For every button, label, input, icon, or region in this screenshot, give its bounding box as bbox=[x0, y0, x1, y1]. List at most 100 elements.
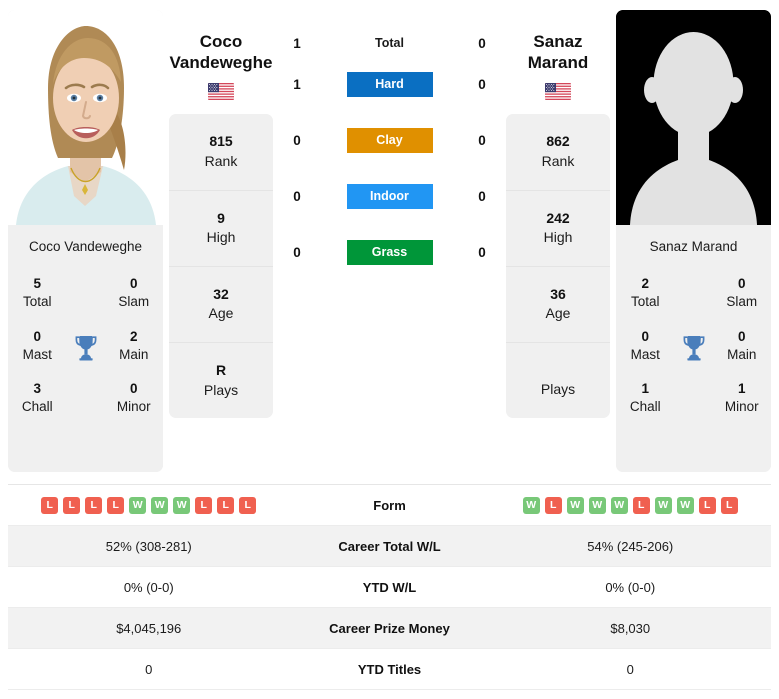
right-player-name-line2: Marand bbox=[527, 52, 589, 72]
right-title-total-label: Total bbox=[630, 294, 660, 310]
surface-badge-indoor[interactable]: Indoor bbox=[346, 183, 433, 209]
form-badge-win: W bbox=[129, 496, 147, 514]
form-badge-win: W bbox=[173, 496, 191, 514]
h2h-total-label-wrap: Total bbox=[311, 36, 468, 50]
row-label-ytd-wl: YTD W/L bbox=[362, 579, 417, 595]
right-player-titles-grid: 2 Total 0 Slam 0 Mast 0 Main 1 Chall 1 M… bbox=[620, 269, 767, 426]
left-title-minor-label: Minor bbox=[116, 399, 151, 415]
right-player-flag-row bbox=[506, 73, 610, 114]
trophy-icon bbox=[75, 336, 96, 361]
left-stat-age: 32 Age bbox=[169, 267, 273, 344]
left-stat-rank-label: Rank bbox=[204, 153, 238, 170]
left-stat-high: 9 High bbox=[169, 191, 273, 267]
surface-badge-grass[interactable]: Grass bbox=[346, 239, 433, 265]
right-title-main-label: Main bbox=[727, 346, 757, 362]
right-title-total-value: 2 bbox=[641, 276, 649, 292]
form-badge-loss: L bbox=[85, 496, 103, 514]
left-ytd-titles: 0 bbox=[145, 661, 153, 677]
left-player-name-line2: Vandeweghe bbox=[169, 52, 273, 72]
right-player-info-column: Sanaz Marand 862 Rank 242 High 36 Age Pl… bbox=[500, 10, 616, 418]
left-stat-high-value: 9 bbox=[217, 209, 225, 226]
form-badge-loss: L bbox=[544, 496, 562, 514]
left-player-info-column: Coco Vandeweghe 815 Rank 9 High 32 Age R… bbox=[163, 10, 279, 419]
right-title-chall-value: 1 bbox=[641, 381, 649, 397]
table-row-ytd-wl: 0% (0-0) YTD W/L 0% (0-0) bbox=[8, 567, 771, 608]
right-title-slam: 0 Slam bbox=[717, 269, 768, 321]
form-badge-loss: L bbox=[41, 496, 59, 514]
us-flag-icon bbox=[545, 83, 571, 101]
h2h-row-hard: 1 Hard 0 bbox=[283, 56, 496, 112]
comparison-stats-table: LLLLWWWLLL Form WLWWWLWWLL 52% (308-281)… bbox=[8, 484, 771, 690]
left-title-slam: 0 Slam bbox=[109, 269, 160, 321]
right-player-name[interactable]: Sanaz Marand bbox=[506, 10, 610, 73]
h2h-row-grass: 0 Grass 0 bbox=[283, 224, 496, 280]
table-row-career-total-wl: 52% (308-281) Career Total W/L 54% (245-… bbox=[8, 526, 771, 567]
right-title-chall: 1 Chall bbox=[620, 374, 671, 426]
left-title-total: 5 Total bbox=[12, 269, 63, 321]
right-career-prize-money: $8,030 bbox=[610, 620, 651, 636]
h2h-hard-left-score: 1 bbox=[293, 76, 301, 92]
right-title-slam-value: 0 bbox=[737, 276, 746, 292]
right-player-card-name: Sanaz Marand bbox=[649, 239, 738, 254]
left-stat-age-label: Age bbox=[208, 305, 234, 322]
left-player-card[interactable]: Coco Vandeweghe 5 Total 0 Slam 0 Mast 2 … bbox=[8, 10, 163, 472]
h2h-clay-left-score: 0 bbox=[293, 132, 301, 148]
row-label-ytd-titles: YTD Titles bbox=[357, 661, 422, 677]
left-title-chall: 3 Chall bbox=[12, 374, 63, 426]
trophy-icon bbox=[683, 336, 704, 361]
left-stat-rank: 815 Rank bbox=[169, 114, 273, 191]
right-title-mast: 0 Mast bbox=[620, 322, 671, 374]
right-stat-age: 36 Age bbox=[506, 267, 610, 344]
left-player-name[interactable]: Coco Vandeweghe bbox=[169, 10, 273, 73]
left-title-chall-label: Chall bbox=[21, 399, 53, 415]
right-player-name-line1: Sanaz bbox=[533, 32, 583, 51]
right-title-chall-label: Chall bbox=[629, 399, 661, 415]
right-form-cell: WLWWWLWWLL bbox=[490, 496, 772, 514]
h2h-clay-right-score: 0 bbox=[478, 132, 486, 148]
left-player-card-name: Coco Vandeweghe bbox=[28, 239, 143, 254]
right-title-minor-value: 1 bbox=[737, 381, 746, 397]
right-title-minor: 1 Minor bbox=[717, 374, 768, 426]
right-title-minor-label: Minor bbox=[724, 399, 759, 415]
left-career-total-wl: 52% (308-281) bbox=[105, 538, 192, 554]
player-comparison-page: Coco Vandeweghe 5 Total 0 Slam 0 Mast 2 … bbox=[0, 0, 779, 690]
right-stat-high-value: 242 bbox=[546, 209, 570, 226]
h2h-total-right-score: 0 bbox=[478, 35, 486, 51]
surface-badge-hard[interactable]: Hard bbox=[346, 71, 433, 97]
us-flag-icon bbox=[208, 83, 234, 101]
left-player-stat-stack: 815 Rank 9 High 32 Age R Plays bbox=[169, 114, 273, 419]
form-badge-loss: L bbox=[63, 496, 81, 514]
form-badge-win: W bbox=[676, 496, 694, 514]
left-title-minor-value: 0 bbox=[129, 381, 138, 397]
right-title-mast-value: 0 bbox=[641, 328, 649, 344]
left-trophy-icon-cell bbox=[63, 334, 109, 361]
left-player-card-body: Coco Vandeweghe 5 Total 0 Slam 0 Mast 2 … bbox=[8, 225, 163, 472]
right-title-mast-label: Mast bbox=[630, 346, 660, 362]
form-badge-win: W bbox=[610, 496, 628, 514]
table-row-form: LLLLWWWLLL Form WLWWWLWWLL bbox=[8, 485, 771, 526]
left-title-mast: 0 Mast bbox=[12, 322, 63, 374]
left-title-slam-label: Slam bbox=[118, 294, 150, 310]
comparison-section: Coco Vandeweghe 5 Total 0 Slam 0 Mast 2 … bbox=[0, 0, 779, 478]
right-stat-rank: 862 Rank bbox=[506, 114, 610, 191]
left-stat-rank-value: 815 bbox=[209, 133, 233, 150]
left-stat-age-value: 32 bbox=[213, 285, 229, 302]
left-player-photo bbox=[8, 10, 163, 225]
right-player-stat-stack: 862 Rank 242 High 36 Age Plays bbox=[506, 114, 610, 418]
right-stat-plays-label: Plays bbox=[540, 381, 576, 398]
left-title-main-value: 2 bbox=[129, 328, 138, 344]
player-portrait-image bbox=[8, 10, 163, 225]
form-badge-win: W bbox=[151, 496, 169, 514]
form-badge-loss: L bbox=[239, 496, 257, 514]
left-title-chall-value: 3 bbox=[33, 381, 41, 397]
right-stat-age-label: Age bbox=[545, 305, 571, 322]
row-label-career-total-wl: Career Total W/L bbox=[338, 538, 441, 554]
form-badge-loss: L bbox=[107, 496, 125, 514]
form-badge-win: W bbox=[566, 496, 584, 514]
h2h-hard-right-score: 0 bbox=[478, 76, 486, 92]
form-badge-loss: L bbox=[698, 496, 716, 514]
player-silhouette-placeholder-icon bbox=[616, 10, 771, 225]
surface-badge-clay[interactable]: Clay bbox=[346, 127, 433, 153]
right-player-card[interactable]: Sanaz Marand 2 Total 0 Slam 0 Mast 0 Mai… bbox=[616, 10, 771, 472]
h2h-indoor-left-score: 0 bbox=[293, 188, 301, 204]
